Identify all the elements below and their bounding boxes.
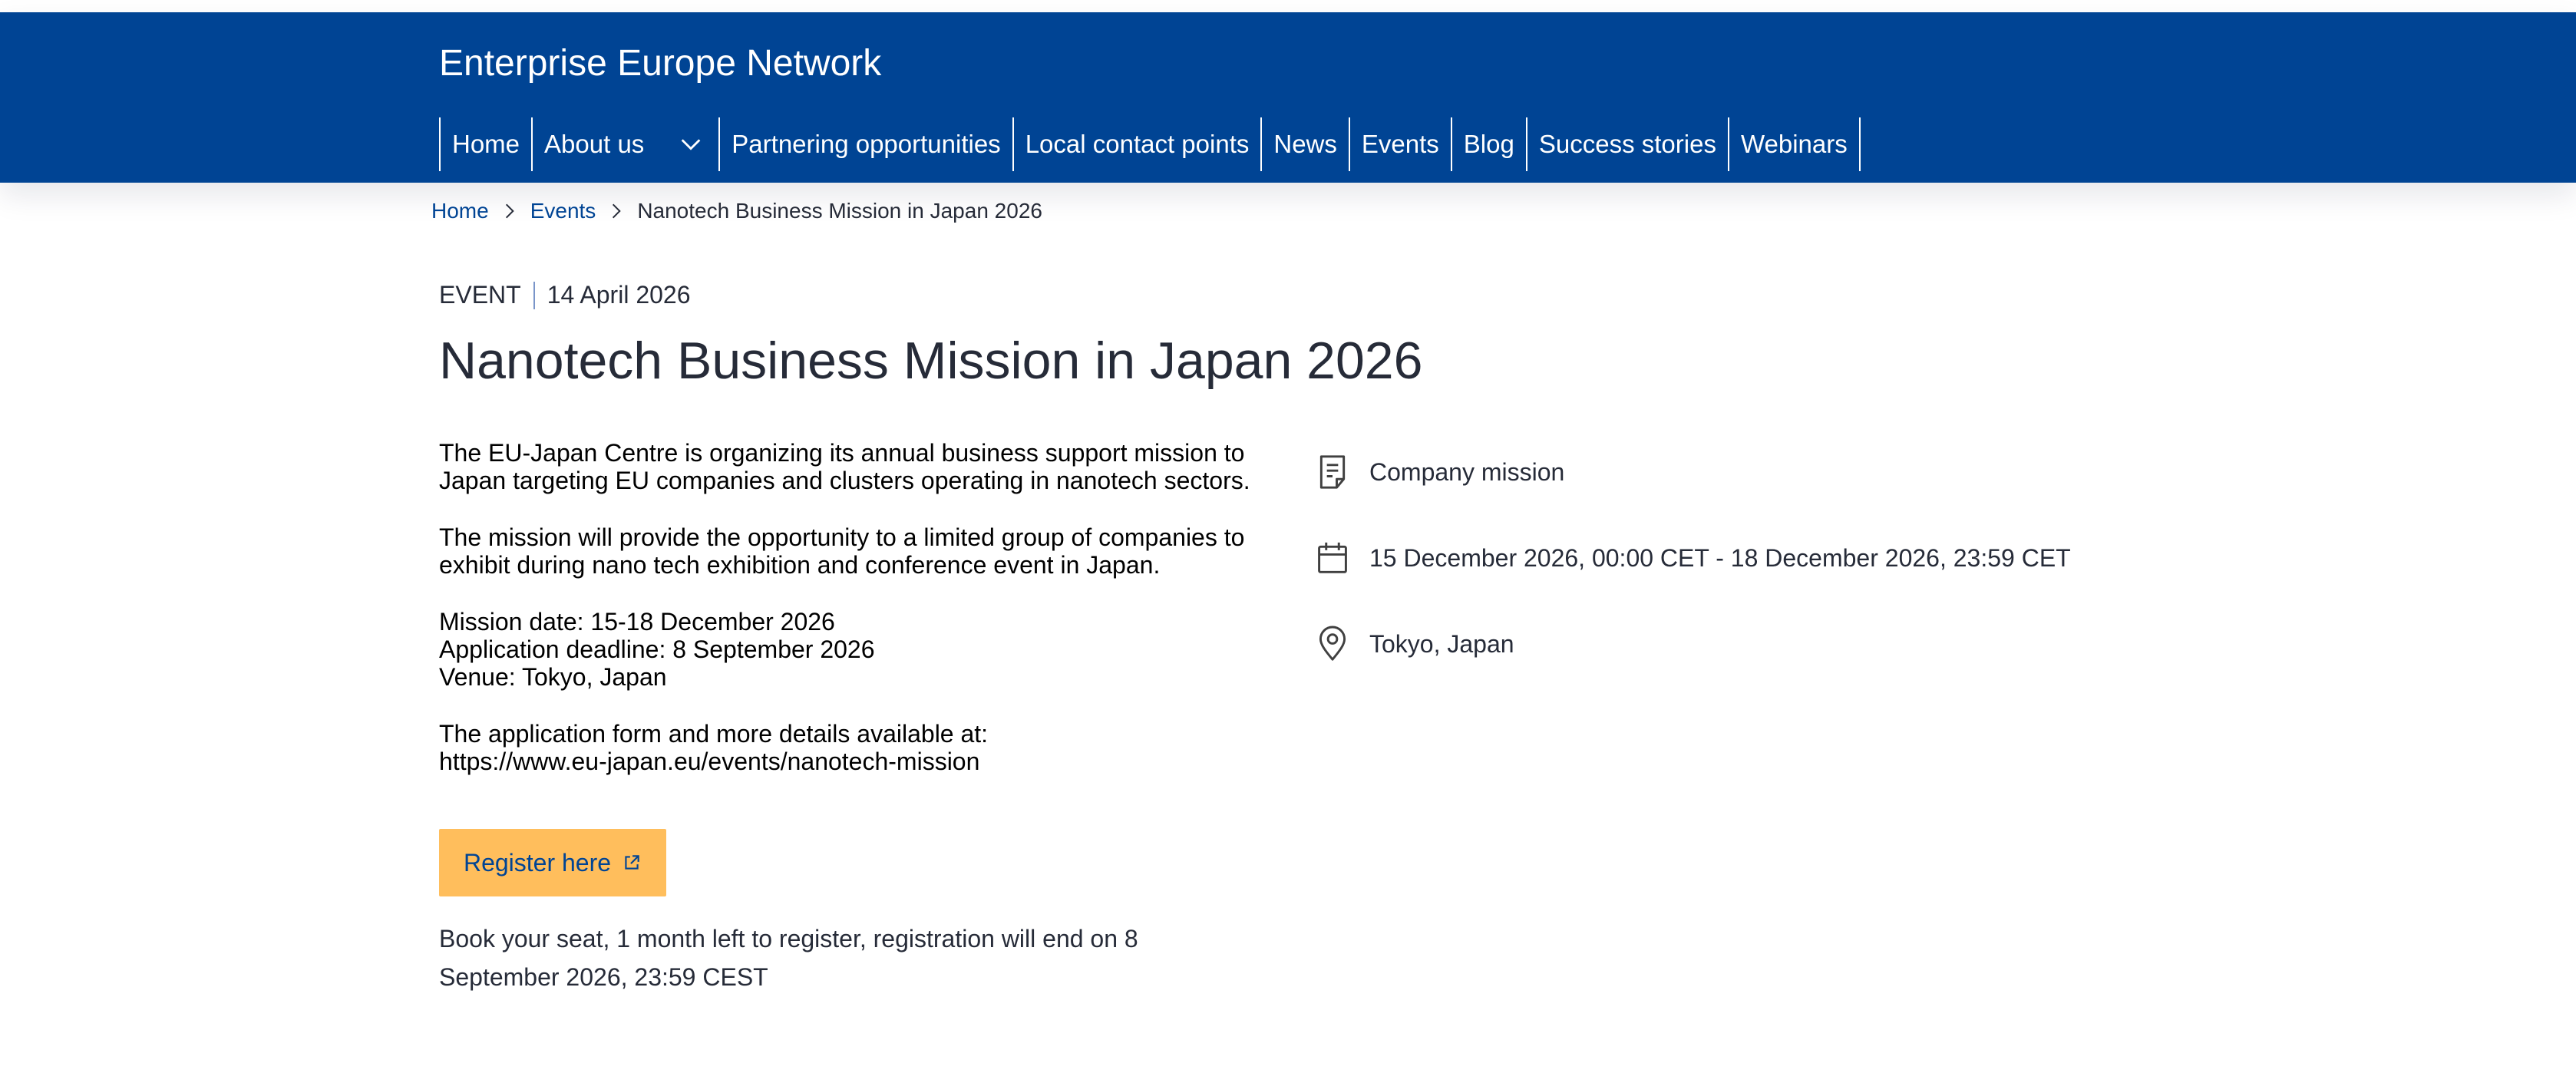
site-name[interactable]: Enterprise Europe Network xyxy=(439,41,881,86)
meta-divider xyxy=(533,281,535,309)
nav-item-label: News xyxy=(1273,130,1337,158)
nav-item-label: Home xyxy=(452,130,520,158)
nav-item-webinars[interactable]: Webinars xyxy=(1729,117,1861,171)
nav-item-news[interactable]: News xyxy=(1262,117,1350,171)
info-item-location: Tokyo, Japan xyxy=(1316,617,2071,671)
info-category-text: Company mission xyxy=(1369,457,1565,486)
description-paragraph: The mission will provide the opportunity… xyxy=(439,523,1245,579)
nav-item-label: About us xyxy=(544,130,645,158)
register-button-label: Register here xyxy=(463,848,612,877)
top-strip xyxy=(0,0,2576,12)
chevron-right-icon xyxy=(505,203,514,219)
nav-item-success-stories[interactable]: Success stories xyxy=(1527,117,1729,171)
nav-item-label: Events xyxy=(1361,130,1439,158)
main-navigation: Home About us Partnering opportunities L… xyxy=(439,117,1861,171)
details-intro: The application form and more details av… xyxy=(439,720,989,748)
calendar-icon xyxy=(1318,542,1347,573)
site-header: Enterprise Europe Network Home About us … xyxy=(0,12,2576,183)
nav-item-label: Webinars xyxy=(1740,130,1848,158)
register-button[interactable]: Register here xyxy=(439,829,666,896)
nav-item-label: Success stories xyxy=(1538,130,1716,158)
nav-item-label: Partnering opportunities xyxy=(732,130,1001,158)
event-description: The EU-Japan Centre is organizing its an… xyxy=(439,439,1283,804)
page-title: Nanotech Business Mission in Japan 2026 xyxy=(439,332,1423,390)
external-link-icon xyxy=(625,855,639,870)
breadcrumb-link-events[interactable]: Events xyxy=(530,199,596,223)
application-deadline: Application deadline: 8 September 2026 xyxy=(439,636,875,663)
info-item-category: Company mission xyxy=(1316,445,2071,499)
nav-item-events[interactable]: Events xyxy=(1350,117,1452,171)
mission-facts: Mission date: 15-18 December 2026 Applic… xyxy=(439,608,1283,691)
nav-item-label: Blog xyxy=(1463,130,1514,158)
info-location-text: Tokyo, Japan xyxy=(1369,629,1514,658)
registration-note: Book your seat, 1 month left to register… xyxy=(439,925,1138,991)
nav-item-home[interactable]: Home xyxy=(441,117,533,171)
nav-item-blog[interactable]: Blog xyxy=(1452,117,1527,171)
breadcrumb: Home Events Nanotech Business Mission in… xyxy=(431,199,1042,223)
chevron-down-icon[interactable] xyxy=(678,131,704,157)
breadcrumb-link-home[interactable]: Home xyxy=(431,199,489,223)
breadcrumb-current: Nanotech Business Mission in Japan 2026 xyxy=(637,199,1042,223)
venue: Venue: Tokyo, Japan xyxy=(439,663,667,691)
details-paragraph: The application form and more details av… xyxy=(439,720,1283,775)
nav-item-local-contact-points[interactable]: Local contact points xyxy=(1014,117,1263,171)
details-url: https://www.eu-japan.eu/events/nanotech-… xyxy=(439,748,980,775)
info-datetime-text: 15 December 2026, 00:00 CET - 18 Decembe… xyxy=(1369,543,2071,572)
nav-item-partnering-opportunities[interactable]: Partnering opportunities xyxy=(720,117,1014,171)
event-type: EVENT xyxy=(439,281,521,309)
document-icon xyxy=(1319,455,1346,489)
info-item-datetime: 15 December 2026, 00:00 CET - 18 Decembe… xyxy=(1316,531,2071,585)
nav-item-label: Local contact points xyxy=(1025,130,1250,158)
chevron-right-icon xyxy=(613,203,622,219)
description-paragraph: The EU-Japan Centre is organizing its an… xyxy=(439,439,1250,494)
mission-date: Mission date: 15-18 December 2026 xyxy=(439,608,835,636)
location-pin-icon xyxy=(1319,626,1346,661)
nav-item-about-us[interactable]: About us xyxy=(533,117,721,171)
event-date: 14 April 2026 xyxy=(547,281,691,309)
event-meta: EVENT 14 April 2026 xyxy=(439,281,691,309)
event-info-list: Company mission 15 December 2026, 00:00 … xyxy=(1316,445,2071,703)
